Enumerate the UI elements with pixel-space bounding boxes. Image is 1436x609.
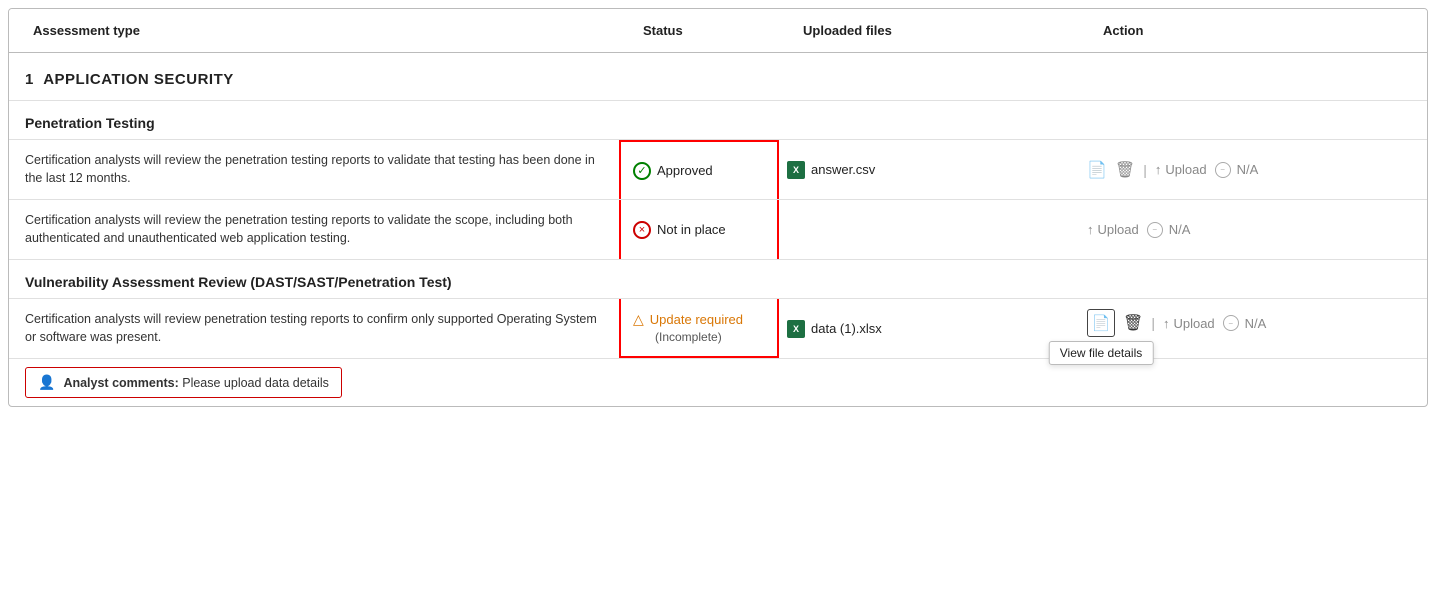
excel-icon: X	[787, 161, 805, 179]
upload-button-1[interactable]: ↑ Upload	[1155, 162, 1207, 177]
delete-icon-3[interactable]: 🗑	[1123, 313, 1143, 333]
action-cell-3: 📄 View file details 🗑 | ↑ Upload − N/A	[1079, 299, 1427, 358]
view-file-details-button[interactable]: 📄 View file details	[1087, 309, 1115, 337]
action-cell-1: 📄 🗑 | ↑ Upload − N/A	[1079, 140, 1427, 199]
table-row: Certification analysts will review the p…	[9, 199, 1427, 259]
assessment-description-1: Certification analysts will review the p…	[9, 140, 619, 199]
divider-1: |	[1143, 162, 1147, 178]
divider-3: |	[1151, 315, 1155, 331]
na-button-3[interactable]: − N/A	[1223, 315, 1267, 331]
uploaded-file-3: X data (1).xlsx	[779, 299, 1079, 358]
status-cell-approved: ✓ Approved	[619, 140, 779, 199]
view-file-details-tooltip: View file details	[1049, 341, 1154, 365]
document-bordered-icon[interactable]: 📄	[1087, 309, 1115, 337]
col-assessment-type: Assessment type	[25, 19, 635, 42]
section-1-title: 1 APPLICATION SECURITY	[9, 53, 1427, 100]
status-cell-not-in-place: × Not in place	[619, 200, 779, 259]
action-cell-2: ↑ Upload − N/A	[1079, 200, 1427, 259]
assessment-description-3: Certification analysts will review penet…	[9, 299, 619, 358]
not-in-place-icon: ×	[633, 221, 651, 239]
col-action: Action	[1095, 19, 1427, 42]
analyst-comments-row: 👤 Analyst comments: Please upload data d…	[9, 358, 1427, 406]
na-button-2[interactable]: − N/A	[1147, 222, 1191, 238]
uploaded-file-2	[779, 200, 1079, 259]
analyst-icon: 👤	[38, 374, 55, 391]
approved-icon: ✓	[633, 162, 651, 180]
analyst-label: Analyst comments: Please upload data det…	[63, 376, 328, 390]
assessment-description-2: Certification analysts will review the p…	[9, 200, 619, 259]
na-button-1[interactable]: − N/A	[1215, 162, 1259, 178]
table-header: Assessment type Status Uploaded files Ac…	[9, 9, 1427, 53]
upload-button-2[interactable]: ↑ Upload	[1087, 222, 1139, 237]
upload-button-3[interactable]: ↑ Upload	[1163, 316, 1215, 331]
delete-icon[interactable]: 🗑	[1115, 160, 1135, 180]
col-uploaded-files: Uploaded files	[795, 19, 1095, 42]
vulnerability-assessment-title: Vulnerability Assessment Review (DAST/SA…	[9, 259, 1427, 298]
col-status: Status	[635, 19, 795, 42]
analyst-comments-box: 👤 Analyst comments: Please upload data d…	[25, 367, 342, 398]
status-cell-update-required: △ Update required (Incomplete)	[619, 299, 779, 358]
document-icon[interactable]: 📄	[1087, 160, 1107, 180]
uploaded-file-1: X answer.csv	[779, 140, 1079, 199]
excel-icon-2: X	[787, 320, 805, 338]
warning-icon: △	[633, 311, 644, 328]
table-row: Certification analysts will review penet…	[9, 298, 1427, 358]
penetration-testing-title: Penetration Testing	[9, 100, 1427, 139]
table-row: Certification analysts will review the p…	[9, 139, 1427, 199]
main-table: Assessment type Status Uploaded files Ac…	[8, 8, 1428, 407]
status-subtext: (Incomplete)	[633, 330, 722, 344]
